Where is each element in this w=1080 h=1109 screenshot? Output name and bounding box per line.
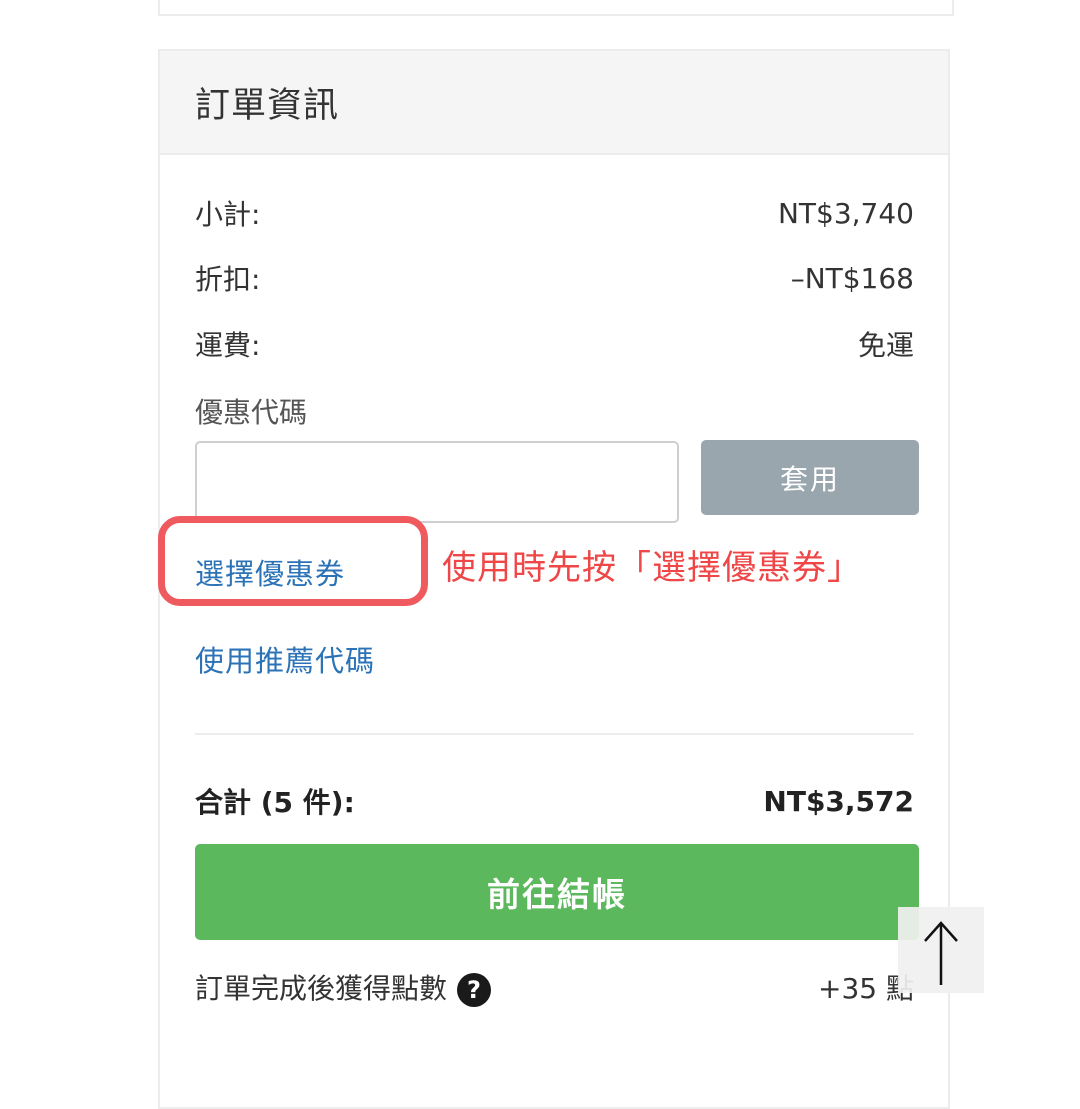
total-row: 合計 (5 件): NT$3,572 bbox=[195, 781, 914, 821]
arrow-up-icon bbox=[924, 921, 958, 985]
points-label: 訂單完成後獲得點數 bbox=[195, 972, 448, 1005]
previous-card-edge bbox=[158, 0, 954, 16]
discount-row: 折扣: –NT$168 bbox=[195, 258, 914, 298]
points-label-group: 訂單完成後獲得點數? bbox=[195, 967, 492, 1007]
checkout-button[interactable]: 前往結帳 bbox=[195, 844, 919, 940]
discount-label: 折扣: bbox=[195, 263, 261, 296]
shipping-value: 免運 bbox=[857, 329, 914, 362]
apply-promo-button[interactable]: 套用 bbox=[701, 440, 919, 515]
shipping-label: 運費: bbox=[195, 329, 261, 362]
scroll-to-top-button[interactable] bbox=[898, 907, 984, 993]
points-row: 訂單完成後獲得點數? +35 點 bbox=[195, 967, 914, 1007]
subtotal-row: 小計: NT$3,740 bbox=[195, 193, 914, 233]
annotation-text: 使用時先按「選擇優惠券」 bbox=[442, 548, 862, 588]
subtotal-label: 小計: bbox=[195, 198, 261, 231]
promo-code-input[interactable] bbox=[195, 441, 679, 523]
order-info-header: 訂單資訊 bbox=[160, 51, 948, 155]
total-value: NT$3,572 bbox=[763, 784, 914, 818]
shipping-row: 運費: 免運 bbox=[195, 324, 914, 364]
promo-code-label: 優惠代碼 bbox=[195, 396, 308, 429]
referral-code-link[interactable]: 使用推薦代碼 bbox=[195, 638, 375, 680]
highlight-box bbox=[158, 516, 428, 606]
order-info-title: 訂單資訊 bbox=[195, 85, 340, 126]
question-circle-icon[interactable]: ? bbox=[457, 973, 492, 1007]
subtotal-value: NT$3,740 bbox=[777, 196, 914, 230]
divider bbox=[195, 733, 914, 735]
discount-value: –NT$168 bbox=[790, 261, 914, 295]
total-label: 合計 (5 件): bbox=[195, 786, 355, 819]
